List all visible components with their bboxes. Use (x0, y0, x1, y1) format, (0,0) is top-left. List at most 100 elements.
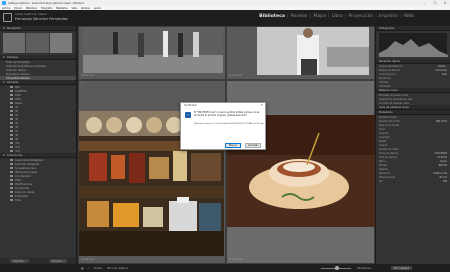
cancel-button[interactable]: Cancelar (245, 143, 261, 148)
folder-icon (10, 146, 13, 148)
module-revelar[interactable]: Revelar (291, 14, 308, 19)
navigator-preview[interactable] (3, 33, 73, 53)
folder-item-label: (3) (15, 113, 19, 117)
sync-settings-button[interactable]: Sinc. ajustes (391, 266, 413, 270)
metadata-rows: Predeterminado Nombre del archivo IMG_5713… (376, 115, 450, 183)
collection-item-label: Sin palabras clave (15, 166, 37, 170)
export-button[interactable]: Exportar... (48, 259, 67, 263)
collection-item-label: Con marcador (15, 174, 32, 178)
window-title: Catálogo-Lightroom - Adobe Photoshop Lig… (8, 1, 85, 5)
quick-develop-row-label: Intensidad (379, 84, 391, 88)
navigator-header[interactable]: ▼ Navegador (0, 26, 76, 31)
grid-view-icon[interactable]: ▦ (81, 267, 83, 270)
module-proyeccion[interactable]: Proyección (348, 14, 373, 19)
folder-icon (10, 187, 13, 189)
metadata-row[interactable]: ISO 100 (376, 179, 450, 183)
folder-list: NAS CARPETAS 2020 2019 Viajes (1) (2) (3) (4) (5)… (0, 85, 76, 153)
folder-item-label: (9) (15, 137, 19, 141)
metadata-row-label: Exposición (379, 171, 391, 175)
folder-icon (10, 122, 13, 124)
star-rating[interactable]: ★★★★★ (81, 257, 95, 261)
street-photo-image (83, 27, 223, 73)
folder-item-label: 2019 (15, 97, 21, 101)
cell-index: 5 (229, 82, 231, 85)
sort-select[interactable]: Hora de captura (107, 267, 128, 270)
keyword-row-label: Sugerencias de palabras clave (379, 97, 413, 101)
folder-icon (10, 98, 13, 100)
module-separator: | (286, 14, 289, 19)
folder-item-label: (1) (15, 105, 19, 109)
grid-cell[interactable]: ★★★★★ (78, 26, 226, 80)
folder-icon (10, 130, 13, 132)
metadata-row-label: Leyenda (379, 131, 389, 135)
metadata-row-value: 30 mm (439, 175, 447, 179)
metadata-row-label: ISO (379, 179, 383, 183)
identity-line-2: Fernando Sánchez Fernández (15, 17, 68, 21)
catalog-item-label: Fotografías faltantes (6, 76, 30, 80)
module-imprimir[interactable]: Imprimir (379, 14, 399, 19)
grid-cell[interactable]: ★★★★★ (226, 26, 375, 80)
folder-icon (10, 110, 13, 112)
street-photo-thumbnail[interactable] (83, 27, 223, 73)
man-photo-thumbnail[interactable] (257, 27, 369, 75)
lightroom-window: Catálogo-Lightroom - Adobe Photoshop Lig… (0, 0, 450, 272)
thumbnail-size-slider[interactable] (321, 266, 352, 270)
metadata-row-label: Estado (379, 139, 387, 143)
folder-item-label: (10) (15, 141, 20, 145)
catalog-item-label: Importación anterior (6, 72, 30, 76)
locate-button[interactable]: Buscar (225, 143, 241, 148)
navigator-photo-strip (3, 33, 27, 53)
quick-develop-row-value: Auto (441, 72, 447, 76)
module-web[interactable]: Web (404, 14, 414, 19)
man-photo-image (257, 27, 369, 75)
right-panel: Histograma Revelado rápido Ajuste preest… (375, 26, 450, 264)
navigator-photo-strip (49, 33, 73, 53)
histogram-label: Histograma (379, 26, 395, 30)
folder-item-label: (5) (15, 121, 19, 125)
module-biblioteca[interactable]: Biblioteca (259, 14, 285, 19)
folder-item-label: Viajes (15, 101, 22, 105)
metadata-row-label: Modelo (379, 163, 387, 167)
folder-item-label: (4) (15, 117, 19, 121)
loupe-view-icon[interactable]: ▭ (87, 267, 89, 270)
import-button[interactable]: Importar... (10, 259, 29, 263)
quick-develop-rows: Ajuste preestablecido Predet... Balance de… (376, 64, 450, 88)
star-rating[interactable]: ★★★★★ (81, 73, 95, 77)
folder-icon (10, 163, 13, 165)
catalog-item-label: Todas las fotografías sincronizadas (6, 64, 46, 68)
folder-icon (10, 86, 13, 88)
folder-icon (10, 171, 13, 173)
folder-item-label: (12) (15, 149, 20, 153)
module-mapa[interactable]: Mapa (313, 14, 326, 19)
module-separator: | (400, 14, 402, 19)
confirm-dialog: Confirmar ✕ ? El "DSCF0257.raw" no se ha… (180, 102, 266, 150)
histogram-curve (379, 39, 448, 57)
folder-icon (10, 114, 13, 116)
star-rating[interactable]: ★★★★★ (229, 257, 243, 261)
module-separator: | (309, 14, 312, 19)
histogram-header[interactable]: Histograma (376, 26, 450, 31)
module-separator: | (375, 14, 377, 19)
folder-icon (10, 90, 13, 92)
keyword-row-label: Etiquetas de palabra clave (379, 93, 409, 97)
grid-toolbar: ▦ ▭ Orden: Hora de captura Miniaturas (78, 264, 375, 272)
folder-icon (10, 138, 13, 140)
module-picker: Biblioteca | Revelar | Mapa | Libro | Pr… (259, 14, 414, 19)
metadata-row-value: EOS 7D (438, 163, 447, 167)
collection-item[interactable]: Fotos (0, 198, 76, 202)
catalog-label: Catálogo (6, 55, 19, 59)
quick-develop-row-value: Como foto (435, 68, 447, 72)
folder-item-label: NAS (15, 85, 20, 89)
folder-icon (10, 183, 13, 185)
metadata-row-label: Nombre del archivo (379, 119, 401, 123)
folder-icon (10, 179, 13, 181)
collection-item-label: Exportadas (15, 194, 28, 198)
collection-item-label: Últimos tres meses (15, 170, 38, 174)
module-libro[interactable]: Libro (331, 14, 342, 19)
folder-icon (10, 142, 13, 144)
metadata-row-value: 100 (442, 179, 447, 183)
metadata-row-label: Hora de captura (379, 155, 397, 159)
metadata-row-value: Canon (440, 159, 447, 163)
star-rating[interactable]: ★★★★★ (229, 73, 243, 77)
dialog-close-icon[interactable]: ✕ (260, 103, 263, 107)
